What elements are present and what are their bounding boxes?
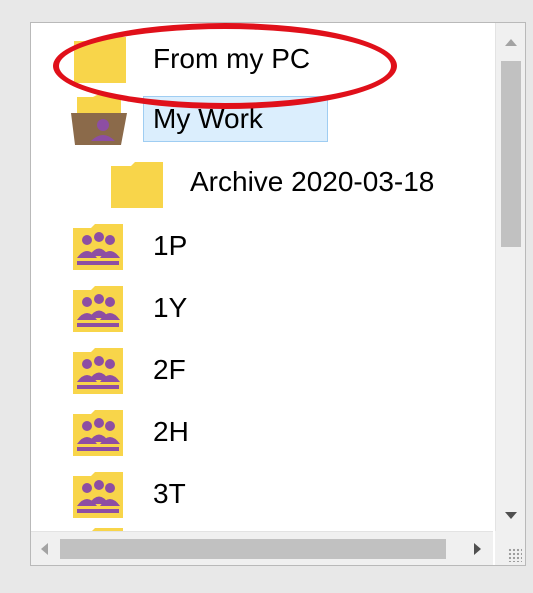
resize-grip-icon[interactable] <box>508 548 522 562</box>
group-folder-icon <box>73 348 123 394</box>
tree-item-label: 3T <box>153 478 186 509</box>
tree-item-from-my-pc[interactable]: From my PC <box>31 29 493 89</box>
horizontal-scrollbar[interactable] <box>31 531 493 565</box>
tree-item-2f[interactable]: 2F <box>31 340 493 400</box>
scroll-right-arrow-icon[interactable] <box>474 543 481 555</box>
scroll-up-arrow-icon[interactable] <box>505 39 517 46</box>
tree-item-label: From my PC <box>153 43 311 74</box>
vertical-scrollbar[interactable] <box>495 23 525 533</box>
folder-icon <box>111 162 163 208</box>
tree-item-label: 1Y <box>153 292 188 323</box>
scroll-down-arrow-icon[interactable] <box>505 512 517 519</box>
tree-item-label: 1P <box>153 230 188 261</box>
folder-tree: From my PC My Work Archive 2020-03-18 1P… <box>31 23 493 533</box>
group-folder-icon <box>73 224 123 270</box>
tree-item-label: 2F <box>153 354 186 385</box>
open-folder-user-icon <box>71 95 127 145</box>
tree-item-label: Archive 2020-03-18 <box>190 166 435 197</box>
tree-item-3t[interactable]: 3T <box>31 464 493 524</box>
horizontal-scroll-thumb[interactable] <box>60 539 446 559</box>
folder-icon <box>74 37 126 83</box>
tree-item-label: My Work <box>153 103 263 134</box>
group-folder-icon <box>73 286 123 332</box>
tree-item-1p[interactable]: 1P <box>31 216 493 276</box>
folder-tree-panel: From my PC My Work Archive 2020-03-18 1P… <box>30 22 526 566</box>
tree-item-2h[interactable]: 2H <box>31 402 493 462</box>
tree-item-archive[interactable]: Archive 2020-03-18 <box>31 152 493 212</box>
group-folder-icon <box>73 472 123 518</box>
tree-item-my-work[interactable]: My Work <box>31 89 493 149</box>
tree-item-label: 2H <box>153 416 189 447</box>
scrollbar-corner <box>495 531 525 565</box>
scroll-left-arrow-icon[interactable] <box>41 543 48 555</box>
tree-item-1y[interactable]: 1Y <box>31 278 493 338</box>
vertical-scroll-thumb[interactable] <box>501 61 521 247</box>
group-folder-icon <box>73 410 123 456</box>
